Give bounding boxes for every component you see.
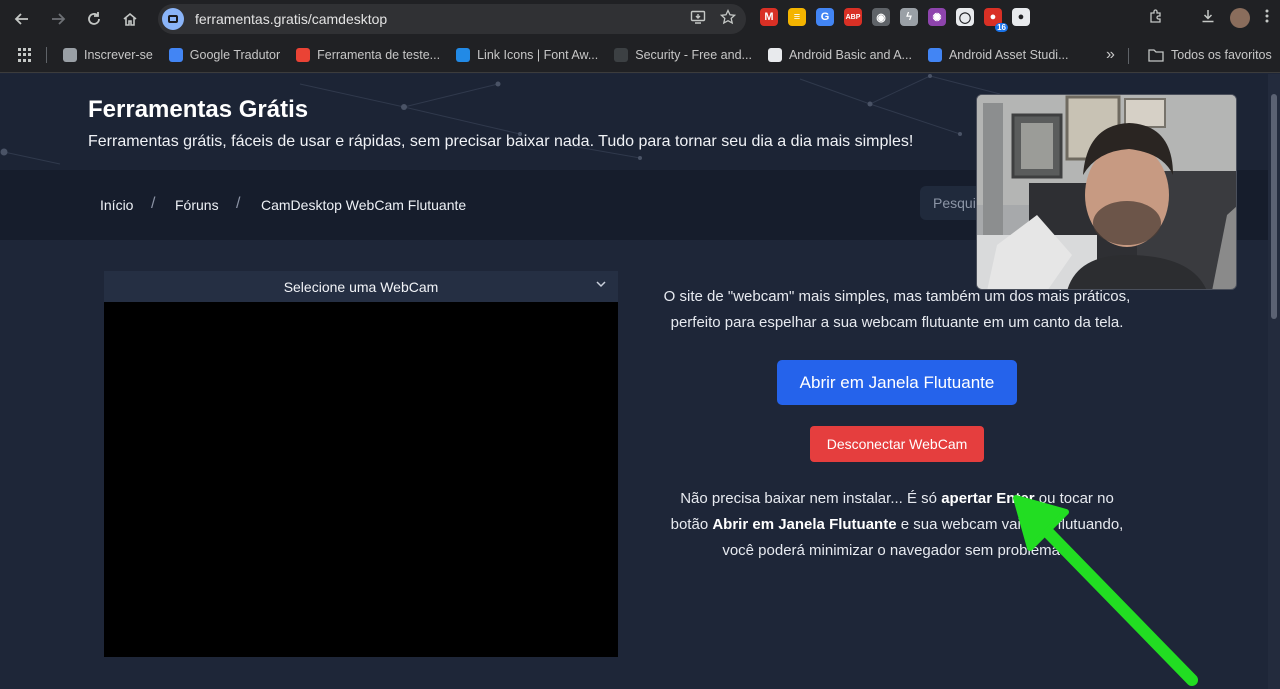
site-info-icon[interactable] — [162, 8, 184, 30]
breadcrumb-separator: / — [151, 195, 156, 212]
bookmarks-bar: Inscrever-se Google Tradutor Ferramenta de… — [0, 38, 1280, 73]
lightning-extension-icon[interactable]: ϟ — [900, 8, 918, 26]
breadcrumb-separator: / — [236, 195, 241, 212]
breadcrumb-current: CamDesktop WebCam Flutuante — [261, 197, 467, 213]
extension-count-badge: 16 — [995, 23, 1008, 32]
bookmark-favicon-icon — [927, 48, 942, 62]
bookmark-favicon-icon — [456, 48, 471, 62]
bookmark-item[interactable]: Google Tradutor — [161, 48, 288, 62]
apps-grid-icon[interactable] — [18, 48, 32, 62]
folder-icon — [1148, 49, 1164, 62]
bookmark-label: Android Asset Studi... — [948, 48, 1069, 62]
bookmark-label: Android Basic and A... — [788, 48, 912, 62]
bookmarks-divider-right — [1128, 48, 1129, 64]
bookmark-item[interactable]: Ferramenta de teste... — [288, 48, 448, 62]
chat-extension-icon[interactable]: ● — [1012, 8, 1030, 26]
webcam-select[interactable]: Selecione uma WebCam — [104, 271, 618, 302]
address-bar[interactable]: ferramentas.gratis/camdesktop — [158, 4, 746, 34]
webcam-select-label: Selecione uma WebCam — [283, 278, 439, 295]
breadcrumb-home-link[interactable]: Início — [100, 197, 133, 213]
info-text-part: Não precisa baixar nem instalar... É só — [680, 490, 942, 507]
disconnect-webcam-button[interactable]: Desconectar WebCam — [810, 426, 984, 462]
rss-extension-icon[interactable]: ≡ — [788, 8, 806, 26]
forward-icon[interactable] — [40, 1, 76, 37]
floating-webcam-window[interactable] — [976, 94, 1237, 290]
bookmark-favicon-icon — [614, 48, 629, 62]
site-subtitle: Ferramentas grátis, fáceis de usar e ráp… — [88, 133, 914, 150]
bookmark-item[interactable]: Security - Free and... — [606, 48, 760, 62]
url-text[interactable]: ferramentas.gratis/camdesktop — [195, 11, 387, 27]
reload-icon[interactable] — [76, 1, 112, 37]
home-icon[interactable] — [112, 1, 148, 37]
menu-kebab-icon[interactable] — [1264, 8, 1270, 28]
bookmark-favicon-icon — [296, 48, 311, 62]
gmail-extension-icon[interactable]: M — [760, 8, 778, 26]
intro-text: O site de "webcam" mais simples, mas tam… — [640, 284, 1154, 336]
all-favorites-label: Todos os favoritos — [1171, 48, 1272, 62]
bookmark-list: Inscrever-se Google Tradutor Ferramenta de… — [55, 48, 1076, 62]
page-scrollbar[interactable] — [1268, 74, 1280, 689]
circle-extension-icon[interactable]: ◯ — [956, 8, 974, 26]
bookmark-item[interactable]: Inscrever-se — [55, 48, 161, 62]
info-text-part: botão — [670, 516, 713, 533]
bookmark-item[interactable]: Android Asset Studi... — [920, 48, 1077, 62]
bookmark-label: Inscrever-se — [84, 48, 153, 62]
bookmark-item[interactable]: Android Basic and A... — [760, 48, 920, 62]
adblock-plus-icon[interactable]: ABP — [844, 8, 862, 26]
open-floating-window-button[interactable]: Abrir em Janela Flutuante — [777, 360, 1017, 405]
translate-extension-icon[interactable]: G — [816, 8, 834, 26]
bookmark-label: Ferramenta de teste... — [317, 48, 441, 62]
profile-avatar[interactable] — [1230, 8, 1250, 28]
all-favorites-button[interactable]: Todos os favoritos — [1140, 48, 1280, 62]
install-app-icon[interactable] — [690, 9, 706, 29]
extensions-puzzle-icon[interactable] — [1148, 8, 1164, 28]
intro-line-2: perfeito para espelhar a sua webcam flut… — [670, 314, 1124, 331]
breadcrumb-forums-link[interactable]: Fóruns — [175, 197, 219, 213]
green-arrow-annotation — [1013, 495, 1198, 686]
browser-toolbar: ferramentas.gratis/camdesktop M ≡ G ABP ◉ ϟ ✺ ◯… — [0, 0, 1280, 38]
bookmark-item[interactable]: Link Icons | Font Aw... — [448, 48, 606, 62]
back-icon[interactable] — [4, 1, 40, 37]
webcam-video-preview — [104, 302, 618, 657]
eye-extension-icon[interactable]: ◉ — [872, 8, 890, 26]
scrollbar-thumb[interactable] — [1271, 94, 1277, 319]
bookmark-favicon-icon — [63, 48, 77, 62]
bookmarks-divider — [46, 47, 47, 63]
extensions-bar: M ≡ G ABP ◉ ϟ ✺ ◯ ● 16 ● — [760, 8, 1030, 32]
webcam-feed-image — [977, 95, 1236, 289]
badge-extension-icon[interactable]: ● 16 — [984, 8, 1008, 32]
bookmark-label: Security - Free and... — [635, 48, 752, 62]
bookmark-label: Google Tradutor — [189, 48, 281, 62]
info-text-bold: Abrir em Janela Flutuante — [712, 516, 897, 533]
bookmark-favicon-icon — [767, 48, 782, 62]
bookmark-favicon-icon — [168, 48, 183, 62]
chevron-down-icon — [596, 281, 606, 288]
bookmark-label: Link Icons | Font Aw... — [477, 48, 599, 62]
download-icon[interactable] — [1200, 8, 1216, 28]
bookmarks-overflow-button[interactable]: » — [1098, 46, 1123, 64]
bookmark-star-icon[interactable] — [719, 8, 737, 29]
gear-extension-icon[interactable]: ✺ — [928, 8, 946, 26]
site-title: Ferramentas Grátis — [88, 96, 309, 123]
